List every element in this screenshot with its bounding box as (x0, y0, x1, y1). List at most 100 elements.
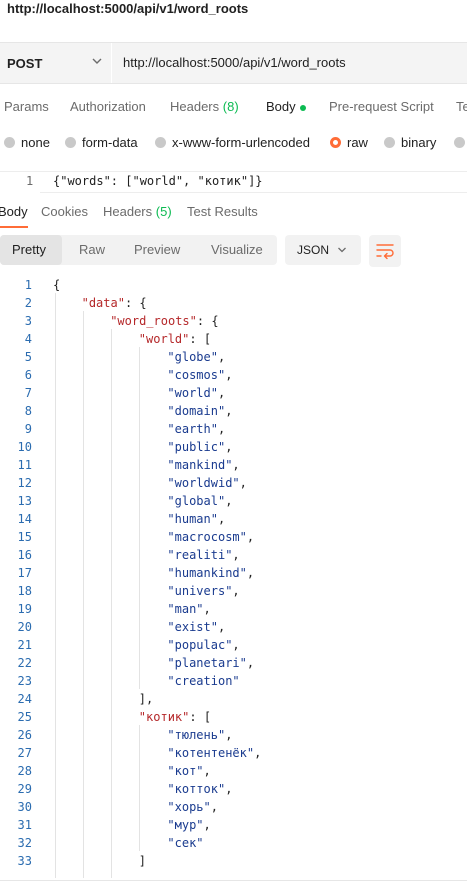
wrap-lines-button[interactable] (369, 235, 401, 267)
tab-tests[interactable]: Te (456, 99, 467, 114)
code-text: "realiti", (167, 548, 239, 562)
code-text: "earth", (167, 422, 225, 436)
json-punctuation: , (232, 458, 240, 472)
view-mode-preview[interactable]: Preview (134, 242, 180, 257)
tab-label: Cookies (41, 204, 88, 219)
view-mode-raw[interactable]: Raw (79, 242, 105, 257)
chevron-down-icon (338, 247, 346, 253)
response-tab-cookies[interactable]: Cookies (41, 204, 88, 219)
tab-pre-request-script[interactable]: Pre-request Script (329, 99, 434, 114)
json-punctuation: ] (138, 854, 147, 868)
line-number: 1 (26, 174, 34, 188)
view-mode-visualize[interactable]: Visualize (211, 242, 263, 257)
radio-raw[interactable]: raw (330, 135, 368, 150)
radio-graphql[interactable] (454, 135, 467, 150)
json-punctuation: , (246, 530, 255, 544)
json-string: "кот" (167, 764, 204, 778)
view-mode-pretty[interactable]: Pretty (12, 242, 46, 257)
code-text: "human", (167, 512, 225, 526)
radio-form-data[interactable]: form-data (65, 135, 138, 150)
indent-guide (83, 311, 84, 878)
tab-label: Headers (103, 204, 153, 219)
headers-count: (5) (155, 204, 172, 219)
code-text: "кот", (167, 764, 210, 778)
response-tab-headers[interactable]: Headers (5) (103, 204, 172, 219)
response-tab-test-results[interactable]: Test Results (187, 204, 258, 219)
radio-label: raw (347, 135, 368, 150)
tab-body[interactable]: Body (266, 99, 306, 114)
tab-headers[interactable]: Headers (8) (170, 99, 239, 114)
line-number: 6 (24, 368, 32, 382)
line-number: 30 (17, 800, 32, 814)
url-input[interactable]: http://localhost:5000/api/v1/word_roots (123, 55, 346, 70)
tab-authorization[interactable]: Authorization (70, 99, 146, 114)
request-body-code[interactable]: {"words": ["world", "котик"]} (53, 174, 263, 188)
radio-circle-icon (4, 137, 15, 148)
line-number: 3 (24, 314, 32, 328)
radio-x-www-form-urlencoded[interactable]: x-www-form-urlencoded (155, 135, 310, 150)
json-string: "public" (167, 440, 226, 454)
radio-none[interactable]: none (4, 135, 50, 150)
json-string: "human" (167, 512, 218, 526)
chevron-down-icon[interactable] (90, 54, 104, 68)
active-tab-indicator (0, 226, 28, 228)
json-punctuation: , (225, 728, 233, 742)
json-punctuation: , (217, 620, 226, 634)
line-number: 22 (17, 656, 32, 670)
code-text: "data": { (82, 296, 147, 310)
line-number: 23 (17, 674, 32, 688)
radio-circle-icon (454, 137, 465, 148)
json-key: "world" (138, 332, 190, 346)
code-text: "macrocosm", (167, 530, 254, 544)
json-punctuation: , (225, 368, 233, 382)
line-number: 7 (24, 386, 32, 400)
code-text: { (53, 278, 60, 292)
json-key: "котик" (138, 710, 190, 724)
json-string: "populac" (167, 638, 233, 652)
json-string: "man" (167, 602, 204, 616)
line-number: 33 (17, 854, 32, 868)
code-text: "world": [ (139, 332, 211, 346)
json-string: "earth" (167, 422, 218, 436)
line-number: 19 (17, 602, 32, 616)
json-punctuation: , (217, 386, 226, 400)
format-select-value: JSON (297, 243, 330, 257)
radio-label: form-data (82, 135, 138, 150)
method-select[interactable]: POST (7, 56, 42, 71)
tab-params[interactable]: Params (4, 99, 49, 114)
code-text: ], (139, 692, 153, 706)
indent-guide (139, 725, 140, 851)
code-text: "котик": [ (139, 710, 211, 724)
radio-binary[interactable]: binary (384, 135, 436, 150)
line-number: 26 (17, 728, 32, 742)
line-number: 2 (24, 296, 32, 310)
line-number: 21 (17, 638, 32, 652)
json-string: "worldwid" (167, 476, 240, 490)
code-text: "мур", (167, 818, 210, 832)
json-string: "мур" (167, 818, 204, 832)
code-text: "exist", (167, 620, 225, 634)
json-punctuation: , (232, 548, 240, 562)
radio-label: binary (401, 135, 437, 150)
line-number: 12 (17, 476, 32, 490)
request-body-editor[interactable]: 1 {"words": ["world", "котик"]} (0, 168, 467, 194)
json-punctuation: , (225, 440, 233, 454)
response-tab-body[interactable]: Body (0, 204, 28, 219)
json-string: "globe" (167, 350, 218, 364)
code-text: "котентенёк", (167, 746, 261, 760)
indent-guide (55, 293, 56, 878)
line-number: 32 (17, 836, 32, 850)
line-number: 24 (17, 692, 32, 706)
line-number: 1 (24, 278, 32, 292)
response-body[interactable]: 1{2 "data": {3 "word_roots": {4 "world": [5… (0, 278, 467, 878)
tab-label: Body (266, 99, 296, 114)
json-key: "word_roots" (110, 314, 197, 328)
code-text: "сек" (167, 836, 203, 850)
code-text: "global", (167, 494, 232, 508)
json-string: "тюлень" (167, 728, 226, 742)
url-divider (111, 43, 112, 83)
json-string: "котентенёк" (167, 746, 255, 760)
modified-dot-icon (299, 104, 306, 111)
json-punctuation: , (225, 782, 233, 796)
code-text: "humankind", (167, 566, 254, 580)
